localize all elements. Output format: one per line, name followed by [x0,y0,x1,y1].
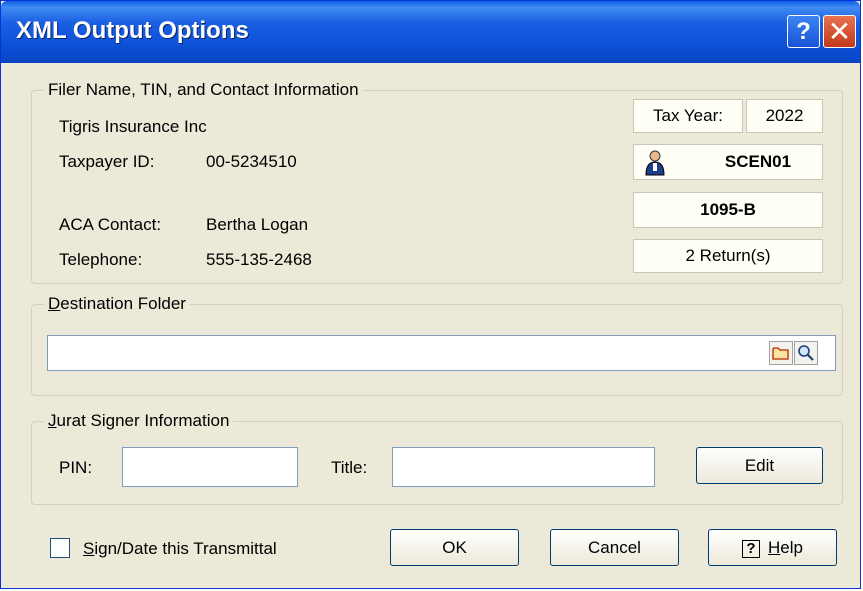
aca-contact-label: ACA Contact: [59,215,162,234]
xml-output-options-dialog: XML Output Options ? ✕ Filer Name, TIN, … [0,0,861,589]
user-icon [645,150,665,176]
destination-folder-legend: Destination Folder [48,294,186,313]
help-label: elp [780,538,803,557]
taxpayer-id-label: Taxpayer ID: [59,152,155,171]
sign-date-checkbox[interactable] [50,538,70,558]
tax-year-value: 2022 [746,99,823,133]
sign-date-label[interactable]: Sign/Date this Transmittal [83,539,277,559]
title-input[interactable] [392,447,655,487]
cancel-button[interactable]: Cancel [550,529,679,566]
ok-button[interactable]: OK [390,529,519,566]
help-icon[interactable]: ? [787,15,820,48]
pin-label: PIN: [59,458,93,477]
search-folder-button[interactable] [794,341,818,365]
user-code: SCEN01 [724,152,792,171]
telephone-value: 555-135-2468 [206,250,312,269]
help-button[interactable]: ? Help [708,529,837,566]
dialog-title: XML Output Options [16,17,249,44]
destination-folder-input[interactable] [47,335,836,371]
return-count: 2 Return(s) [633,239,823,273]
pin-input[interactable] [122,447,298,487]
filer-info-legend: Filer Name, TIN, and Contact Information [48,80,359,99]
browse-folder-button[interactable] [769,341,793,365]
folder-icon [772,347,789,360]
edit-button[interactable]: Edit [696,447,823,484]
jurat-signer-legend: Jurat Signer Information [48,411,230,430]
taxpayer-id-value: 00-5234510 [206,152,297,171]
title-label: Title: [331,458,368,477]
aca-contact-value: Bertha Logan [206,215,309,234]
help-label-underline: H [768,538,781,557]
close-icon[interactable]: ✕ [823,15,856,48]
help-question-icon: ? [742,539,761,558]
form-type: 1095-B [633,192,823,228]
filer-name: Tigris Insurance Inc [59,117,207,136]
user-code-box: SCEN01 [633,144,823,180]
tax-year-label: Tax Year: [633,99,743,133]
title-bar[interactable]: XML Output Options ? ✕ [1,1,860,63]
telephone-label: Telephone: [59,250,143,269]
magnifier-icon [798,345,814,361]
